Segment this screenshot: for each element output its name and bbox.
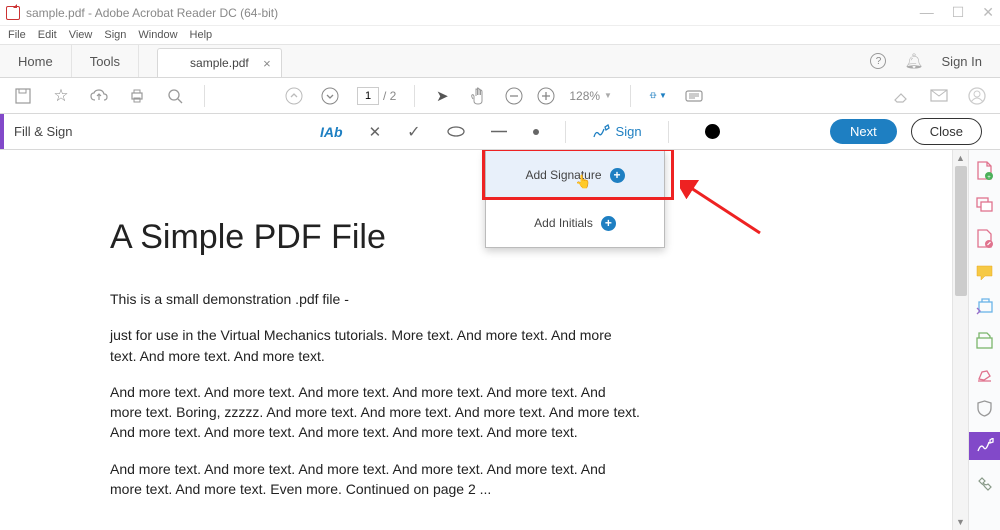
toolbar: ☆ / 2 ➤ 128%▼ ▼ <box>0 78 1000 114</box>
add-initials-label: Add Initials <box>534 216 593 230</box>
print-icon[interactable] <box>128 87 146 105</box>
menu-sign[interactable]: Sign <box>104 29 126 41</box>
profile-icon[interactable] <box>968 87 986 105</box>
minimize-button[interactable]: — <box>920 4 934 21</box>
scroll-down-icon[interactable]: ▼ <box>953 514 968 530</box>
menu-window[interactable]: Window <box>138 29 177 41</box>
vertical-scrollbar[interactable]: ▲ ▼ <box>952 150 968 530</box>
pointer-icon[interactable]: ➤ <box>433 87 451 105</box>
page-down-icon[interactable] <box>321 87 339 105</box>
doc-paragraph: And more text. And more text. And more t… <box>110 382 640 443</box>
scroll-up-icon[interactable]: ▲ <box>953 150 968 166</box>
add-initials-item[interactable]: Add Initials + <box>486 199 664 247</box>
tab-document-label: sample.pdf <box>190 56 249 70</box>
cursor-icon: 👆 <box>575 174 591 190</box>
window-title: sample.pdf - Adobe Acrobat Reader DC (64… <box>26 6 278 20</box>
fillsign-label: Fill & Sign <box>4 124 73 139</box>
page-up-icon[interactable] <box>285 87 303 105</box>
doc-paragraph: This is a small demonstration .pdf file … <box>110 289 640 309</box>
plus-icon: + <box>610 168 625 183</box>
menu-edit[interactable]: Edit <box>38 29 57 41</box>
doc-paragraph: And more text. And more text. And more t… <box>110 459 640 500</box>
window-controls: — ☐ ✕ <box>920 4 994 21</box>
zoom-dropdown[interactable]: 128%▼ <box>569 89 612 103</box>
next-button[interactable]: Next <box>830 119 897 144</box>
fillsign-toolbar: Fill & Sign IAb ✕ ✓ Sign Next Close <box>0 114 1000 150</box>
svg-text:+: + <box>987 175 991 180</box>
tab-tools[interactable]: Tools <box>72 45 139 77</box>
create-pdf-icon[interactable]: + <box>975 160 995 180</box>
line-tool[interactable] <box>491 130 507 133</box>
request-sign-icon[interactable] <box>975 296 995 316</box>
bell-icon[interactable]: 🔔︎ <box>904 52 923 70</box>
plus-icon: + <box>601 216 616 231</box>
x-mark-tool[interactable]: ✕ <box>369 123 382 141</box>
hand-icon[interactable] <box>469 87 487 105</box>
fit-width-icon[interactable]: ▼ <box>649 87 667 105</box>
edit-pdf-icon[interactable] <box>975 228 995 248</box>
page-indicator: / 2 <box>357 87 396 105</box>
highlight-tool-icon[interactable] <box>975 364 995 384</box>
page-total: / 2 <box>383 89 396 103</box>
mail-icon[interactable] <box>930 87 948 105</box>
menu-file[interactable]: File <box>8 29 26 41</box>
color-picker[interactable] <box>705 124 720 139</box>
dot-tool[interactable] <box>533 129 539 135</box>
tab-document[interactable]: sample.pdf × <box>157 48 282 77</box>
reading-mode-icon[interactable] <box>685 87 703 105</box>
export-pdf-icon[interactable] <box>975 330 995 350</box>
tabbar: Home Tools sample.pdf × ? 🔔︎ Sign In <box>0 44 1000 78</box>
menubar: File Edit View Sign Window Help <box>0 26 1000 44</box>
cloud-icon[interactable] <box>90 87 108 105</box>
eraser-icon[interactable] <box>892 87 910 105</box>
menu-view[interactable]: View <box>69 29 93 41</box>
document-viewport[interactable]: A Simple PDF File This is a small demons… <box>0 150 952 530</box>
zoom-out-icon[interactable] <box>505 87 523 105</box>
oval-tool[interactable] <box>447 126 465 137</box>
comment-icon[interactable] <box>975 262 995 282</box>
maximize-button[interactable]: ☐ <box>952 4 965 21</box>
fillsign-panel-icon[interactable] <box>969 432 1000 460</box>
titlebar: sample.pdf - Adobe Acrobat Reader DC (64… <box>0 0 1000 26</box>
tab-close-icon[interactable]: × <box>263 56 271 71</box>
doc-paragraph: just for use in the Virtual Mechanics tu… <box>110 325 640 366</box>
document-body: This is a small demonstration .pdf file … <box>110 289 640 499</box>
protect-icon[interactable] <box>975 398 995 418</box>
tab-home[interactable]: Home <box>0 45 72 77</box>
menu-help[interactable]: Help <box>190 29 213 41</box>
scroll-thumb[interactable] <box>955 166 967 296</box>
checkmark-tool[interactable]: ✓ <box>407 122 420 142</box>
zoom-in-icon[interactable] <box>537 87 555 105</box>
app-icon <box>6 6 20 20</box>
save-icon[interactable] <box>14 87 32 105</box>
help-icon[interactable]: ? <box>870 53 886 69</box>
right-tool-panel: + <box>968 150 1000 530</box>
more-tools-icon[interactable] <box>975 474 995 494</box>
close-button[interactable]: Close <box>911 118 982 145</box>
sign-tool[interactable]: Sign <box>592 124 642 140</box>
star-icon[interactable]: ☆ <box>52 87 70 105</box>
combine-icon[interactable] <box>975 194 995 214</box>
sign-dropdown: Add Signature + Add Initials + <box>485 150 665 248</box>
search-icon[interactable] <box>166 87 184 105</box>
page-number-input[interactable] <box>357 87 379 105</box>
sign-in-link[interactable]: Sign In <box>942 54 982 69</box>
close-window-button[interactable]: ✕ <box>982 4 994 21</box>
text-tool[interactable]: IAb <box>320 124 343 140</box>
content-area: A Simple PDF File This is a small demons… <box>0 150 1000 530</box>
